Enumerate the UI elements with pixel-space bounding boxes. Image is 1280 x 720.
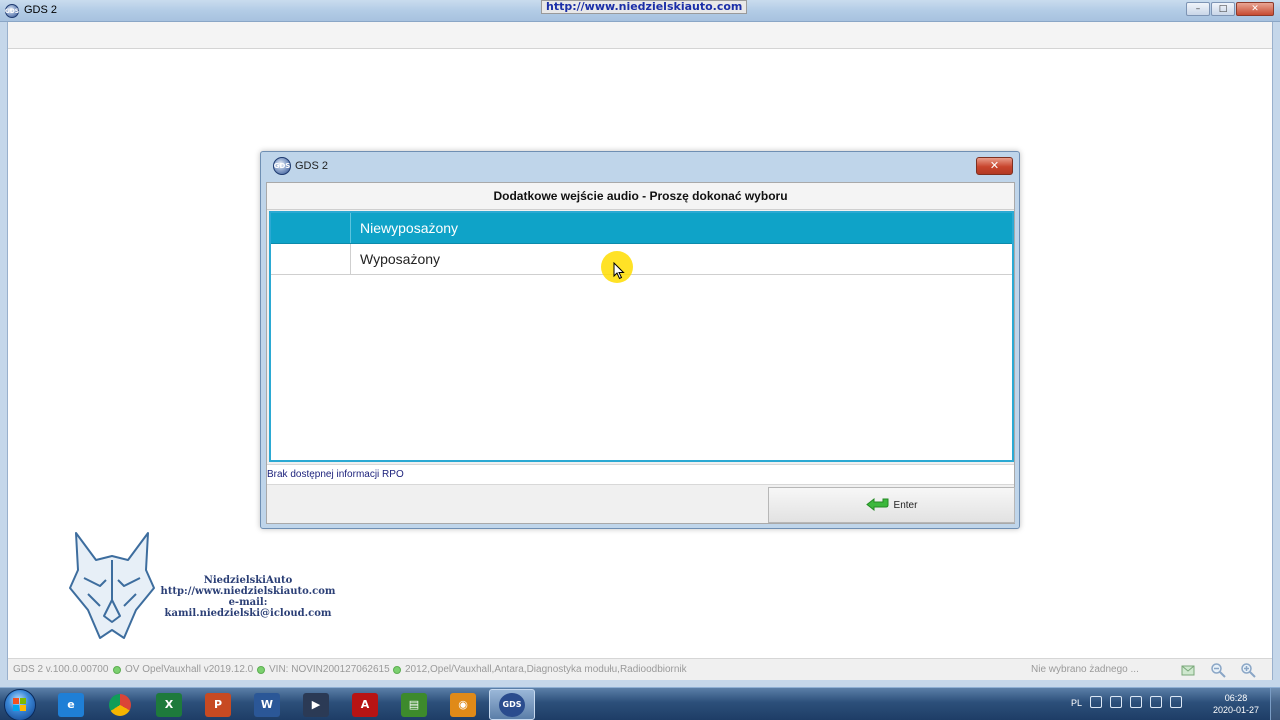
option-list: Niewyposażony Wyposażony (269, 211, 1014, 462)
camera-app-icon: ◉ (450, 692, 476, 717)
status-icons (1180, 662, 1256, 678)
status-bar: GDS 2 v.100.0.00700 OV OpelVauxhall v201… (8, 658, 1272, 680)
tray-icons (1090, 696, 1182, 708)
taskbar-spreadsheet-tool-button[interactable]: ▤ (391, 689, 437, 720)
option-row-niewyposazony[interactable]: Niewyposażony (271, 213, 1012, 244)
main-window-title: GDS 2 (24, 4, 58, 16)
gds-logo-icon: GDS (273, 157, 291, 175)
gds-icon: GDS (499, 692, 525, 717)
dialog-close-button[interactable]: ✕ (976, 157, 1013, 175)
minimize-button[interactable]: – (1186, 2, 1210, 16)
language-indicator[interactable]: PL (1071, 698, 1082, 708)
chrome-icon (109, 693, 131, 716)
branding-text: NiedzielskiAuto http://www.niedzielskiau… (148, 575, 348, 619)
dialog-body: Dodatkowe wejście audio - Proszę dokonać… (266, 182, 1015, 524)
status-vin: VIN: NOVIN200127062615 (257, 659, 390, 681)
maximize-button[interactable]: □ (1211, 2, 1235, 16)
taskbar-gds-button[interactable]: GDS (489, 689, 535, 720)
status-ok-icon (393, 666, 401, 674)
zoom-out-icon[interactable] (1210, 662, 1226, 678)
enter-arrow-icon (865, 497, 890, 514)
gds-app-icon: GDS (5, 4, 19, 18)
taskbar-acrobat-button[interactable]: A (342, 689, 388, 720)
option-label: Niewyposażony (360, 220, 459, 236)
media-player-icon: ▶ (303, 692, 329, 717)
word-icon: W (254, 692, 280, 717)
taskbar-powerpoint-button[interactable]: P (195, 689, 241, 720)
wolf-logo-icon (69, 532, 155, 639)
powerpoint-icon: P (205, 692, 231, 717)
selection-status: Nie wybrano żadnego ... (1031, 664, 1139, 675)
selection-dialog: GDS GDS 2 ✕ Dodatkowe wejście audio - Pr… (260, 151, 1020, 529)
status-vehicle: 2012,Opel/Vauxhall,Antara,Diagnostyka mo… (393, 659, 687, 681)
spreadsheet-tool-icon: ▤ (401, 692, 427, 717)
taskbar-internet-explorer-button[interactable]: e (48, 689, 94, 720)
clock[interactable]: 06:28 2020-01-27 (1204, 692, 1268, 716)
status-version: GDS 2 v.100.0.00700 (13, 659, 108, 681)
battery-icon[interactable] (1130, 696, 1142, 708)
window-frame-left (0, 22, 8, 698)
rpo-info-text: Brak dostępnej informacji RPO (267, 464, 1014, 485)
clock-time: 06:28 (1224, 693, 1248, 703)
vin-text: VIN: NOVIN200127062615 (269, 664, 390, 675)
window-frame-bottom (0, 680, 1280, 687)
zoom-in-icon[interactable] (1240, 662, 1256, 678)
internet-explorer-icon: e (58, 692, 84, 717)
option-marker-cell (271, 213, 351, 243)
dialog-titlebar[interactable]: GDS GDS 2 ✕ (261, 152, 1019, 180)
dialog-title: GDS 2 (295, 160, 329, 172)
windows-logo-icon (13, 698, 26, 711)
option-label: Wyposażony (360, 251, 441, 267)
status-database: OV OpelVauxhall v2019.12.0 (113, 659, 253, 681)
mouse-cursor-icon (613, 262, 625, 280)
enter-button[interactable]: Enter (768, 487, 1015, 523)
status-ok-icon (257, 666, 265, 674)
watermark-url: http://www.niedzielskiauto.com (541, 0, 748, 14)
show-desktop-button[interactable] (1270, 688, 1280, 720)
toolbar-strip (8, 22, 1272, 49)
start-button[interactable] (4, 689, 36, 720)
database-text: OV OpelVauxhall v2019.12.0 (125, 664, 254, 675)
main-window-titlebar[interactable]: GDS GDS 2 http://www.niedzielskiauto.com… (0, 0, 1280, 22)
acrobat-icon: A (352, 692, 378, 717)
enter-button-label: Enter (893, 499, 918, 511)
branding-email: e-mail: kamil.niedzielski@icloud.com (164, 597, 332, 619)
version-text: GDS 2 v.100.0.00700 (13, 664, 109, 675)
branding-url: http://www.niedzielskiauto.com (160, 586, 336, 597)
network-icon[interactable] (1170, 696, 1182, 708)
clock-date: 2020-01-27 (1212, 705, 1260, 715)
window-frame-right (1272, 22, 1280, 698)
branding-name: NiedzielskiAuto (203, 575, 293, 586)
option-row-wyposazony[interactable]: Wyposażony (271, 244, 1012, 275)
keyboard-icon[interactable] (1090, 696, 1102, 708)
option-marker-cell (271, 244, 351, 274)
dialog-heading: Dodatkowe wejście audio - Proszę dokonać… (267, 183, 1014, 210)
taskbar-media-player-button[interactable]: ▶ (293, 689, 339, 720)
flag-icon[interactable] (1110, 696, 1122, 708)
window-controls: – □ ✕ (1186, 2, 1274, 16)
mail-icon[interactable] (1180, 662, 1196, 678)
excel-icon: X (156, 692, 182, 717)
status-ok-icon (113, 666, 121, 674)
vehicle-text: 2012,Opel/Vauxhall,Antara,Diagnostyka mo… (405, 664, 687, 675)
taskbar: e X P W ▶ A ▤ ◉ GDS PL 06:28 2020-01-27 (0, 687, 1280, 720)
taskbar-chrome-button[interactable] (97, 689, 143, 720)
sound-muted-icon[interactable] (1150, 696, 1162, 708)
taskbar-excel-button[interactable]: X (146, 689, 192, 720)
taskbar-word-button[interactable]: W (244, 689, 290, 720)
taskbar-camera-app-button[interactable]: ◉ (440, 689, 486, 720)
close-window-button[interactable]: ✕ (1236, 2, 1274, 16)
